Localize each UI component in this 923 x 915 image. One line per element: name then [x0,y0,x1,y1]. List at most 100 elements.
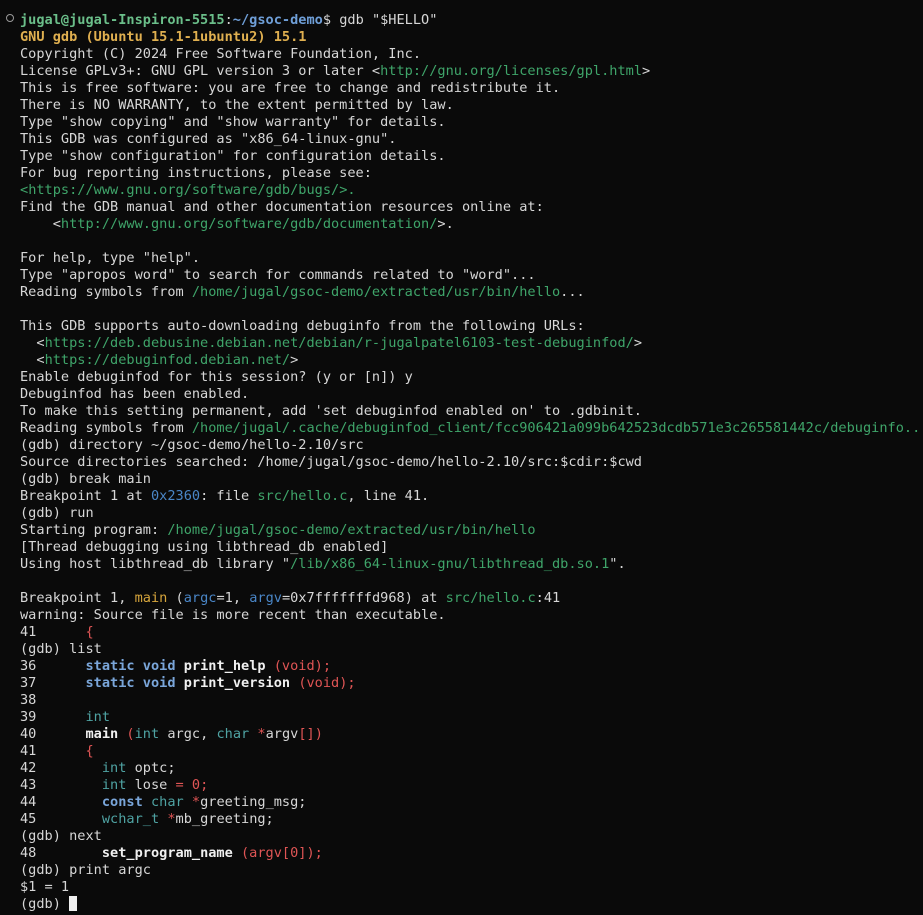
code: argc, [159,726,217,742]
text-cursor[interactable] [69,896,78,911]
function-name: print_help [183,658,266,674]
bp-mid: : file [200,488,258,504]
function-name: main [85,726,119,742]
hit-pre: Breakpoint 1, [20,590,135,606]
debuginfo-supports-line: This GDB supports auto-downloading debug… [20,318,585,334]
reading-symbols-path: /home/jugal/gsoc-demo/extracted/usr/bin/… [191,284,561,300]
gdb-command-next: (gdb) next [20,828,102,844]
license-pre: License GPLv3+: GNU GPL version 3 or lat… [20,63,381,79]
shell-command: gdb "$HELLO" [339,12,438,28]
reading-symbols-line: Reading symbols from /home/jugal/gsoc-de… [20,284,923,301]
reading-symbols-post: ... [560,284,585,300]
bug-url[interactable]: https://www.gnu.org/software/gdb/bugs/ [28,182,339,198]
reading-debuginfo-line: Reading symbols from /home/jugal/.cache/… [20,420,923,437]
final-prompt-line[interactable]: (gdb) [20,896,923,913]
gdb-command-list: (gdb) list [20,641,102,657]
gdb-command-print: (gdb) print argc [20,862,151,878]
doc-url-line: <http://www.gnu.org/software/gdb/documen… [20,216,923,233]
prompt-user: jugal@jugal-Inspiron-5515 [20,12,225,28]
hit-file: src/hello.c [445,590,536,606]
type: int [101,777,127,793]
source-line: 45 wchar_t *mb_greeting; [20,811,923,828]
reading2-path: /home/jugal/.cache/debuginfod_client/fcc… [191,420,923,436]
line-number: 48 [20,845,37,861]
debuginfod-url-line: <https://debuginfod.debian.net/> [20,352,923,369]
dbg-url1-post: > [633,335,643,351]
reading2-pre: Reading symbols from [20,420,192,436]
enable-debuginfod-line: Enable debuginfod for this session? (y o… [20,369,413,385]
breakpoint-set-line: Breakpoint 1 at 0x2360: file src/hello.c… [20,488,923,505]
host-lib-pre: Using host libthread_db library " [20,556,291,572]
source-line: 38 [20,692,923,709]
license-url[interactable]: http://gnu.org/licenses/gpl.html [380,63,642,79]
code: greeting_msg; [200,794,307,810]
debuginfod-url-line: <https://deb.debusine.debian.net/debian/… [20,335,923,352]
breakpoint-hit-line: Breakpoint 1, main (argc=1, argv=0x7ffff… [20,590,923,607]
keyword: const [101,794,143,810]
source-line: 44 const char *greeting_msg; [20,794,923,811]
license-post: > [642,63,651,79]
debuginfod-url-2[interactable]: https://debuginfod.debian.net/ [45,352,291,368]
help-line: For help, type "help". [20,250,201,266]
keyword: static [85,675,135,691]
debuginfod-url-1[interactable]: https://deb.debusine.debian.net/debian/r… [45,335,634,351]
configured-line: This GDB was configured as "x86_64-linux… [20,131,397,147]
code: * [159,811,176,827]
code: (argv [232,845,282,861]
warning-line: warning: Source file is more recent than… [20,607,446,623]
type: wchar_t [101,811,160,827]
license-line: License GPLv3+: GNU GPL version 3 or lat… [20,63,923,80]
hit-open: ( [167,590,184,606]
code: * [249,726,266,742]
status-circle-icon [6,14,14,22]
source-line: 42 int optc; [20,760,923,777]
type: char [216,726,250,742]
code: { [85,743,94,759]
code: [0] [281,845,307,861]
permanent-setting-line: To make this setting permanent, add 'set… [20,403,642,419]
code: optc; [126,760,176,776]
type: int [85,709,111,725]
bp-address: 0x2360 [150,488,201,504]
hit-function: main [134,590,168,606]
bp-post: , line 41. [347,488,430,504]
code: argv [265,726,299,742]
line-number: 43 [20,777,37,793]
doc-url-pre: < [20,216,61,232]
prompt-dollar: $ [322,12,340,28]
show-copying-line: Type "show copying" and "show warranty" … [20,114,446,130]
code: ( [126,726,135,742]
line-number: 36 [20,658,37,674]
bp-pre: Breakpoint 1 at [20,488,151,504]
line-number: 38 [20,692,37,708]
gdb-command-break: (gdb) break main [20,471,151,487]
apropos-line: Type "apropos word" to search for comman… [20,267,536,283]
doc-url-post: >. [437,216,454,232]
source-line: 41 { [20,624,923,641]
hit-line: :41 [535,590,561,606]
doc-url[interactable]: http://www.gnu.org/software/gdb/document… [61,216,437,232]
line-number: 41 [20,624,37,640]
code: (void); [298,675,356,691]
code: = 0; [175,777,209,793]
line-number: 45 [20,811,37,827]
code: ); [306,845,323,861]
terminal-window[interactable]: jugal@jugal-Inspiron-5515:~/gsoc-demo$ g… [0,0,923,915]
type: char [150,794,184,810]
show-config-line: Type "show configuration" for configurat… [20,148,446,164]
gdb-command-directory: (gdb) directory ~/gsoc-demo/hello-2.10/s… [20,437,364,453]
bp-file: src/hello.c [257,488,348,504]
keyword: static [85,658,135,674]
line-number: 41 [20,743,37,759]
source-line: 48 set_program_name (argv[0]); [20,845,923,862]
host-lib-line: Using host libthread_db library "/lib/x8… [20,556,923,573]
reading-symbols-pre: Reading symbols from [20,284,192,300]
print-result-line: $1 = 1 [20,879,70,895]
source-line: 36 static void print_help (void); [20,658,923,675]
dbg-url1-pre: < [20,335,45,351]
type: int [101,760,127,776]
hit-argc: argc [183,590,217,606]
gdb-command-run: (gdb) run [20,505,94,521]
